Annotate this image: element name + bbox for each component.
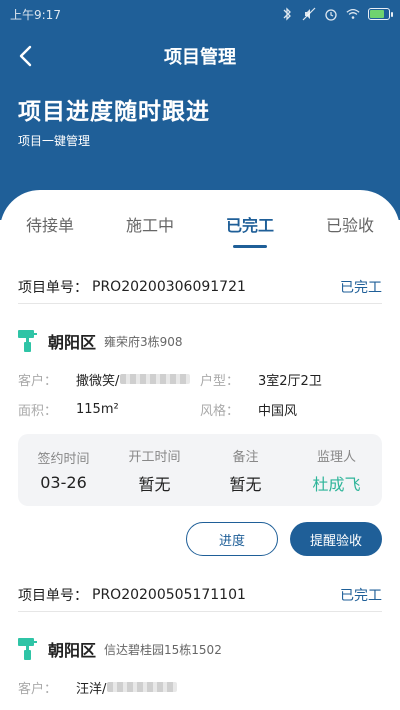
header-banner: 上午9:17 项目管理 项目进度随时跟进 项目一键管理 — [0, 0, 400, 220]
masked-phone — [120, 374, 191, 384]
summary-start-date: 开工时间 暂无 — [109, 434, 200, 506]
paint-roller-icon — [18, 638, 37, 660]
order-header: 项目单号： PRO20200306091721 已完工 — [18, 270, 382, 304]
address: 雍荣府3栋908 — [104, 334, 183, 349]
order-actions: 进度 提醒验收 — [186, 522, 382, 556]
battery-icon — [368, 8, 393, 20]
hero-title: 项目进度随时跟进 — [18, 99, 210, 125]
tab-completed[interactable]: 已完工 — [200, 208, 300, 254]
tab-in-progress[interactable]: 施工中 — [100, 208, 200, 254]
summary-value: 暂无 — [229, 474, 262, 494]
customer-label: 客户： — [18, 681, 58, 697]
status-icons — [280, 7, 393, 21]
remind-acceptance-button[interactable]: 提醒验收 — [290, 522, 382, 556]
paint-roller-icon — [18, 330, 37, 352]
status-time: 上午9:17 — [10, 7, 61, 22]
order-number: PRO20200505171101 — [92, 586, 246, 603]
tab-pending[interactable]: 待接单 — [0, 208, 100, 254]
progress-button[interactable]: 进度 — [186, 522, 278, 556]
tab-label: 待接单 — [25, 216, 74, 235]
status-tabs: 待接单 施工中 已完工 已验收 — [0, 208, 400, 254]
hero-subtitle: 项目一键管理 — [18, 134, 91, 148]
summary-label: 备注 — [232, 449, 259, 465]
house-type-label: 户型： — [200, 373, 240, 389]
mute-icon — [302, 7, 316, 21]
customer-value: 汪洋/ — [76, 681, 107, 697]
wifi-icon — [346, 7, 360, 21]
area-label: 面积： — [18, 403, 58, 419]
supervisor-name[interactable]: 杜成飞 — [312, 471, 360, 495]
chevron-left-icon — [19, 45, 32, 67]
style-label: 风格： — [200, 403, 240, 419]
order-number-label: 项目单号： — [18, 279, 88, 296]
navbar: 项目管理 — [0, 32, 400, 80]
summary-remark: 备注 暂无 — [200, 434, 291, 506]
back-button[interactable] — [12, 42, 40, 70]
customer-value: 撒微笑/ — [76, 373, 120, 389]
status-bar: 上午9:17 — [0, 0, 400, 28]
location-row: 朝阳区 雍荣府3栋908 — [18, 326, 183, 356]
address: 信达碧桂园15栋1502 — [104, 642, 222, 657]
status-badge: 已完工 — [340, 587, 382, 604]
district: 朝阳区 — [48, 641, 97, 660]
summary-supervisor: 监理人 杜成飞 — [291, 434, 382, 506]
status-badge: 已完工 — [340, 279, 382, 296]
order-number: PRO20200306091721 — [92, 278, 246, 295]
style-value: 中国风 — [258, 403, 298, 419]
tab-accepted[interactable]: 已验收 — [300, 208, 400, 254]
summary-label: 开工时间 — [128, 449, 181, 465]
house-type-value: 3室2厅2卫 — [258, 373, 322, 389]
area-value: 115m² — [76, 401, 119, 417]
summary-label: 监理人 — [316, 449, 356, 465]
order-info: 客户： 汪洋/ — [18, 672, 382, 702]
alarm-icon — [324, 7, 338, 21]
summary-label: 签约时间 — [37, 452, 90, 467]
masked-phone — [107, 682, 178, 692]
customer-label: 客户： — [18, 373, 58, 389]
bluetooth-icon — [280, 7, 294, 21]
summary-box: 签约时间 03-26 开工时间 暂无 备注 暂无 监理人 杜成飞 — [18, 434, 382, 506]
district: 朝阳区 — [48, 333, 97, 352]
location-row: 朝阳区 信达碧桂园15栋1502 — [18, 634, 222, 664]
order-header: 项目单号： PRO20200505171101 已完工 — [18, 578, 382, 612]
summary-sign-date: 签约时间 03-26 — [18, 434, 109, 506]
tab-label: 施工中 — [125, 216, 174, 235]
order-number-label: 项目单号： — [18, 587, 88, 604]
order-info: 客户： 撒微笑/ 户型： 3室2厅2卫 面积： 115m² 风格： 中国风 — [18, 364, 382, 424]
tab-label: 已完工 — [225, 216, 274, 235]
page-title: 项目管理 — [164, 47, 236, 68]
active-tab-indicator — [233, 245, 267, 248]
summary-value: 03-26 — [40, 473, 87, 492]
tab-label: 已验收 — [325, 216, 374, 235]
summary-value: 暂无 — [138, 474, 171, 494]
